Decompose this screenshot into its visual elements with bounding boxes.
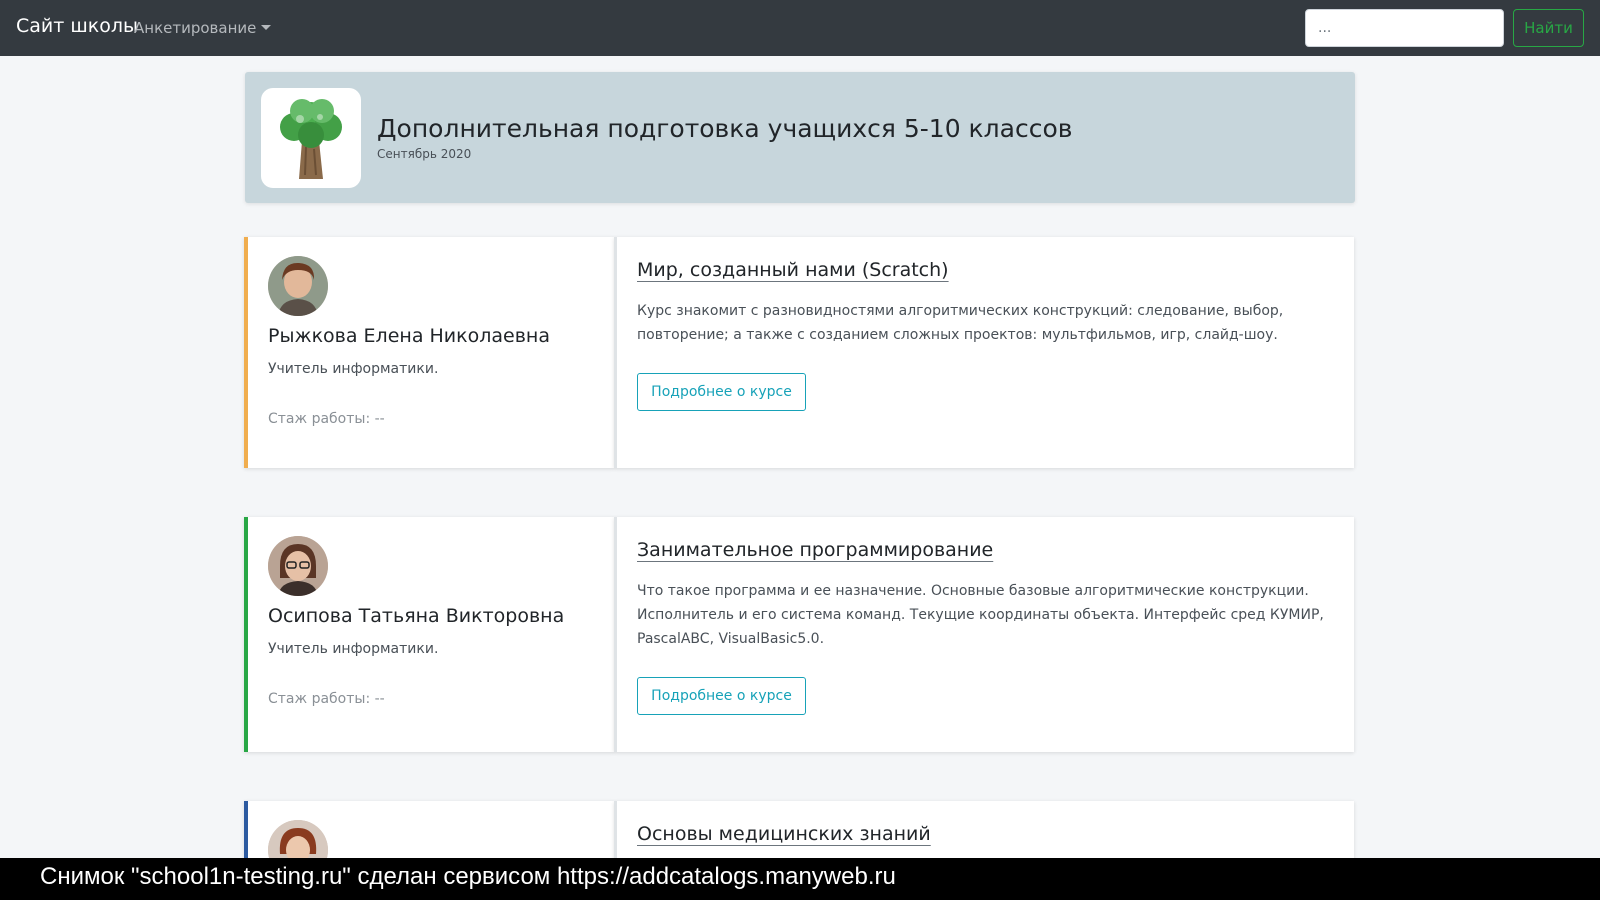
page-title: Дополнительная подготовка учащихся 5-10 … xyxy=(377,114,1073,143)
teacher-experience: Стаж работы: -- xyxy=(268,691,385,707)
teacher-card: Рыжкова Елена Николаевна Учитель информа… xyxy=(244,237,614,468)
course-row: Рыжкова Елена Николаевна Учитель информа… xyxy=(244,237,1354,468)
search-button[interactable]: Найти xyxy=(1513,9,1584,47)
survey-dropdown[interactable]: Анкетирование xyxy=(134,19,272,37)
teacher-experience: Стаж работы: -- xyxy=(268,411,385,427)
search-input[interactable] xyxy=(1305,9,1504,47)
program-header: Дополнительная подготовка учащихся 5-10 … xyxy=(245,72,1355,203)
accent-bar xyxy=(244,517,248,752)
page-subtitle: Сентябрь 2020 xyxy=(377,147,472,161)
top-navbar: Сайт школы Анкетирование Найти xyxy=(0,0,1600,56)
course-row: Осипова Татьяна Викторовна Учитель инфор… xyxy=(244,517,1354,752)
course-title-link[interactable]: Мир, созданный нами (Scratch) xyxy=(637,259,949,281)
teacher-role: Учитель информатики. xyxy=(268,361,439,377)
tree-icon xyxy=(262,89,360,187)
course-description: Что такое программа и ее назначение. Осн… xyxy=(637,583,1324,647)
course-details-button[interactable]: Подробнее о курсе xyxy=(637,677,806,715)
caret-down-icon xyxy=(261,25,272,30)
teacher-role: Учитель информатики. xyxy=(268,641,439,657)
screenshot-credit-banner: Снимок "school1n-testing.ru" сделан серв… xyxy=(0,858,1600,900)
survey-dropdown-label: Анкетирование xyxy=(134,19,257,37)
course-details-button[interactable]: Подробнее о курсе xyxy=(637,373,806,411)
accent-bar xyxy=(244,237,248,468)
course-card: Занимательное программирование Что такое… xyxy=(614,517,1354,752)
avatar xyxy=(268,256,328,316)
teacher-name: Осипова Татьяна Викторовна xyxy=(268,605,565,627)
tree-logo xyxy=(261,88,361,188)
course-title-link[interactable]: Основы медицинских знаний xyxy=(637,823,931,845)
course-title-link[interactable]: Занимательное программирование xyxy=(637,539,993,561)
teacher-name: Рыжкова Елена Николаевна xyxy=(268,325,550,347)
site-brand-link[interactable]: Сайт школы xyxy=(16,15,138,37)
course-card: Мир, созданный нами (Scratch) Курс знако… xyxy=(614,237,1354,468)
screenshot-credit-text: Снимок "school1n-testing.ru" сделан серв… xyxy=(40,863,896,890)
course-description: Курс знакомит с разновидностями алгоритм… xyxy=(637,303,1284,343)
teacher-card: Осипова Татьяна Викторовна Учитель инфор… xyxy=(244,517,614,752)
avatar xyxy=(268,536,328,596)
